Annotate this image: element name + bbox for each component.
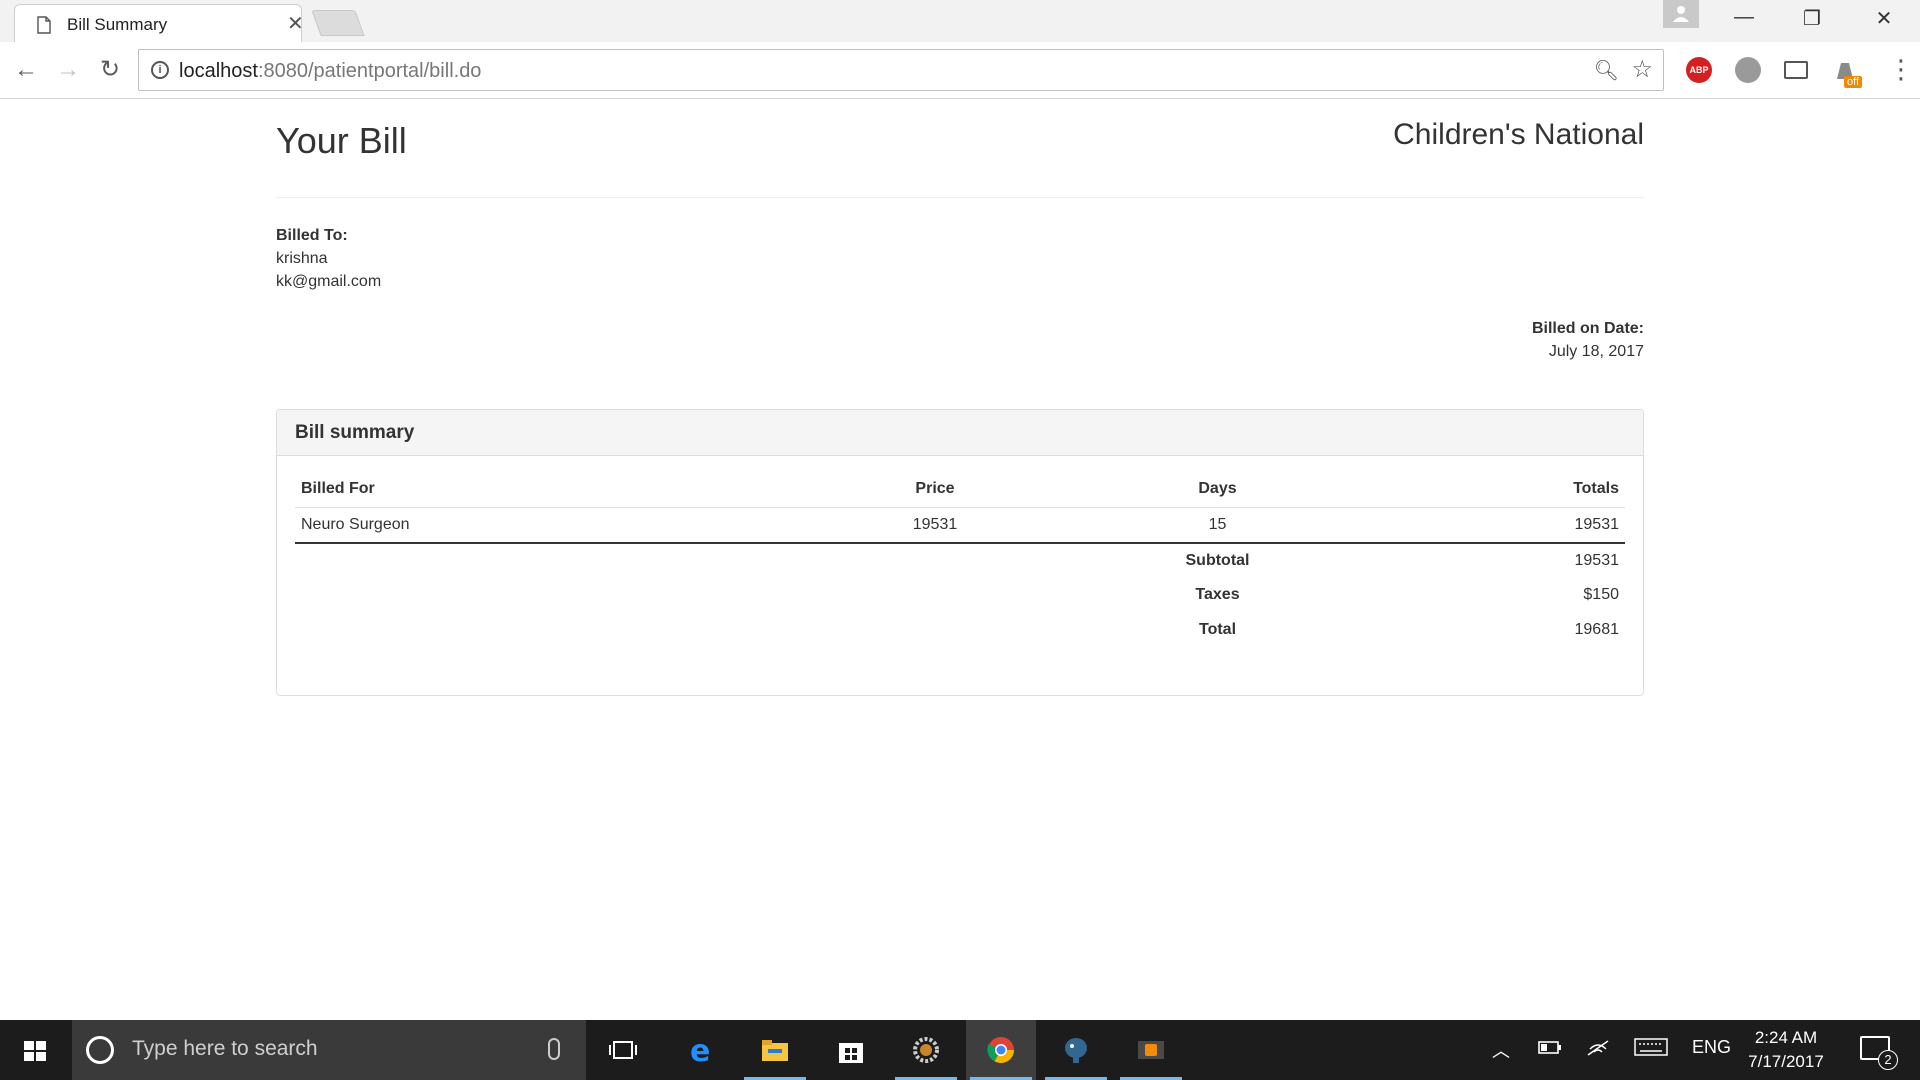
- bill-table: Billed For Price Days Totals Neuro Surge…: [295, 472, 1625, 648]
- taskbar-search-box[interactable]: Type here to search: [72, 1020, 586, 1080]
- task-view-icon[interactable]: [588, 1020, 658, 1080]
- organization-name: Children's National: [1393, 118, 1644, 151]
- billed-to-block: Billed To: krishna kk@gmail.com: [276, 224, 381, 293]
- header-divider: [276, 197, 1644, 198]
- billed-to-email: kk@gmail.com: [276, 273, 382, 290]
- total-row: Total 19681: [295, 613, 1625, 648]
- back-icon[interactable]: ←: [10, 54, 42, 86]
- chrome-icon[interactable]: [966, 1020, 1036, 1080]
- taxes-value: $150: [1583, 586, 1619, 603]
- restore-icon[interactable]: ❐: [1792, 6, 1832, 31]
- browser-tab[interactable]: Bill Summary ✕: [14, 4, 304, 42]
- billed-date-value: July 18, 2017: [1548, 343, 1644, 360]
- total-label: Total: [1198, 621, 1237, 638]
- tab-title: Bill Summary: [67, 15, 168, 34]
- panel-heading: Bill summary: [277, 410, 1643, 456]
- item-price: 19531: [815, 507, 1055, 544]
- address-bar[interactable]: i localhost:8080/patientportal/bill.do 🔍…: [138, 49, 1664, 91]
- zoom-icon[interactable]: 🔍︎: [1594, 58, 1619, 83]
- tab-close-icon[interactable]: ✕: [287, 14, 304, 34]
- notification-count-badge: 2: [1878, 1050, 1898, 1070]
- edge-icon[interactable]: e: [666, 1020, 736, 1080]
- language-indicator[interactable]: ENG: [1692, 1037, 1731, 1058]
- bill-summary-panel: Bill summary Billed For Price Days Total…: [276, 409, 1644, 696]
- forward-icon[interactable]: →: [52, 54, 84, 86]
- page-content: Your Bill Children's National Billed To:…: [0, 100, 1920, 1020]
- billed-to-name: krishna: [276, 250, 328, 267]
- microphone-icon[interactable]: [548, 1038, 560, 1060]
- battery-icon[interactable]: [1538, 1037, 1562, 1062]
- new-tab-button[interactable]: [311, 10, 365, 36]
- site-info-icon[interactable]: i: [151, 61, 169, 79]
- url-text[interactable]: localhost:8080/patientportal/bill.do: [179, 60, 481, 83]
- windows-taskbar: Type here to search e ︿ ENG 2:24 AM 7/17…: [0, 1020, 1920, 1080]
- column-header-price: Price: [815, 472, 1055, 508]
- column-header-days: Days: [1055, 472, 1380, 508]
- subtotal-label: Subtotal: [1185, 551, 1250, 569]
- globe-extension-icon[interactable]: [1735, 57, 1761, 83]
- settings-gear-icon[interactable]: [891, 1020, 961, 1080]
- start-button[interactable]: [0, 1020, 70, 1080]
- cortana-icon[interactable]: [86, 1036, 114, 1064]
- clock-time: 2:24 AM: [1754, 1028, 1818, 1047]
- page-icon: [37, 16, 51, 34]
- adblock-icon[interactable]: ABP: [1686, 57, 1712, 83]
- table-header-row: Billed For Price Days Totals: [295, 472, 1625, 508]
- svg-text:e: e: [690, 1035, 710, 1065]
- billed-to-label: Billed To:: [276, 227, 348, 244]
- postgresql-icon[interactable]: [1041, 1020, 1111, 1080]
- menu-icon[interactable]: ⋮: [1888, 56, 1914, 82]
- total-value: 19681: [1574, 621, 1620, 638]
- close-window-icon[interactable]: ✕: [1864, 6, 1904, 31]
- minimize-icon[interactable]: —: [1724, 6, 1764, 29]
- bookmark-star-icon[interactable]: ☆: [1631, 55, 1653, 84]
- item-billed-for: Neuro Surgeon: [295, 507, 815, 544]
- browser-titlebar: Bill Summary ✕ — ❐ ✕: [0, 0, 1920, 42]
- billed-date-label: Billed on Date:: [1531, 320, 1644, 337]
- table-row: Neuro Surgeon 19531 15 19531: [295, 507, 1625, 544]
- cast-icon[interactable]: [1784, 61, 1808, 79]
- billed-date-block: Billed on Date: July 18, 2017: [1532, 317, 1644, 363]
- sublime-text-icon[interactable]: [1116, 1020, 1186, 1080]
- store-icon[interactable]: [816, 1020, 886, 1080]
- clock-date: 7/17/2017: [1748, 1052, 1824, 1071]
- search-placeholder: Type here to search: [132, 1037, 318, 1060]
- keyboard-icon[interactable]: [1634, 1037, 1668, 1062]
- taxes-row: Taxes $150: [295, 578, 1625, 613]
- column-header-billed-for: Billed For: [295, 472, 815, 508]
- item-total: 19531: [1380, 507, 1625, 544]
- subtotal-value: 19531: [1574, 551, 1620, 569]
- extension-off-badge: off: [1844, 76, 1863, 88]
- wifi-icon[interactable]: [1586, 1037, 1610, 1062]
- taskbar-clock[interactable]: 2:24 AM 7/17/2017: [1736, 1026, 1836, 1074]
- page-title: Your Bill: [276, 120, 407, 161]
- file-explorer-icon[interactable]: [740, 1020, 810, 1080]
- taxes-label: Taxes: [1195, 586, 1240, 603]
- item-days: 15: [1055, 507, 1380, 544]
- column-header-totals: Totals: [1380, 472, 1625, 508]
- reload-icon[interactable]: ↻: [94, 54, 126, 86]
- subtotal-row: Subtotal 19531: [295, 543, 1625, 578]
- windows-logo-icon: [24, 1041, 46, 1061]
- show-hidden-icons-icon[interactable]: ︿: [1492, 1037, 1510, 1063]
- profile-icon[interactable]: [1663, 0, 1699, 28]
- browser-toolbar: ← → ↻ i localhost:8080/patientportal/bil…: [0, 42, 1920, 99]
